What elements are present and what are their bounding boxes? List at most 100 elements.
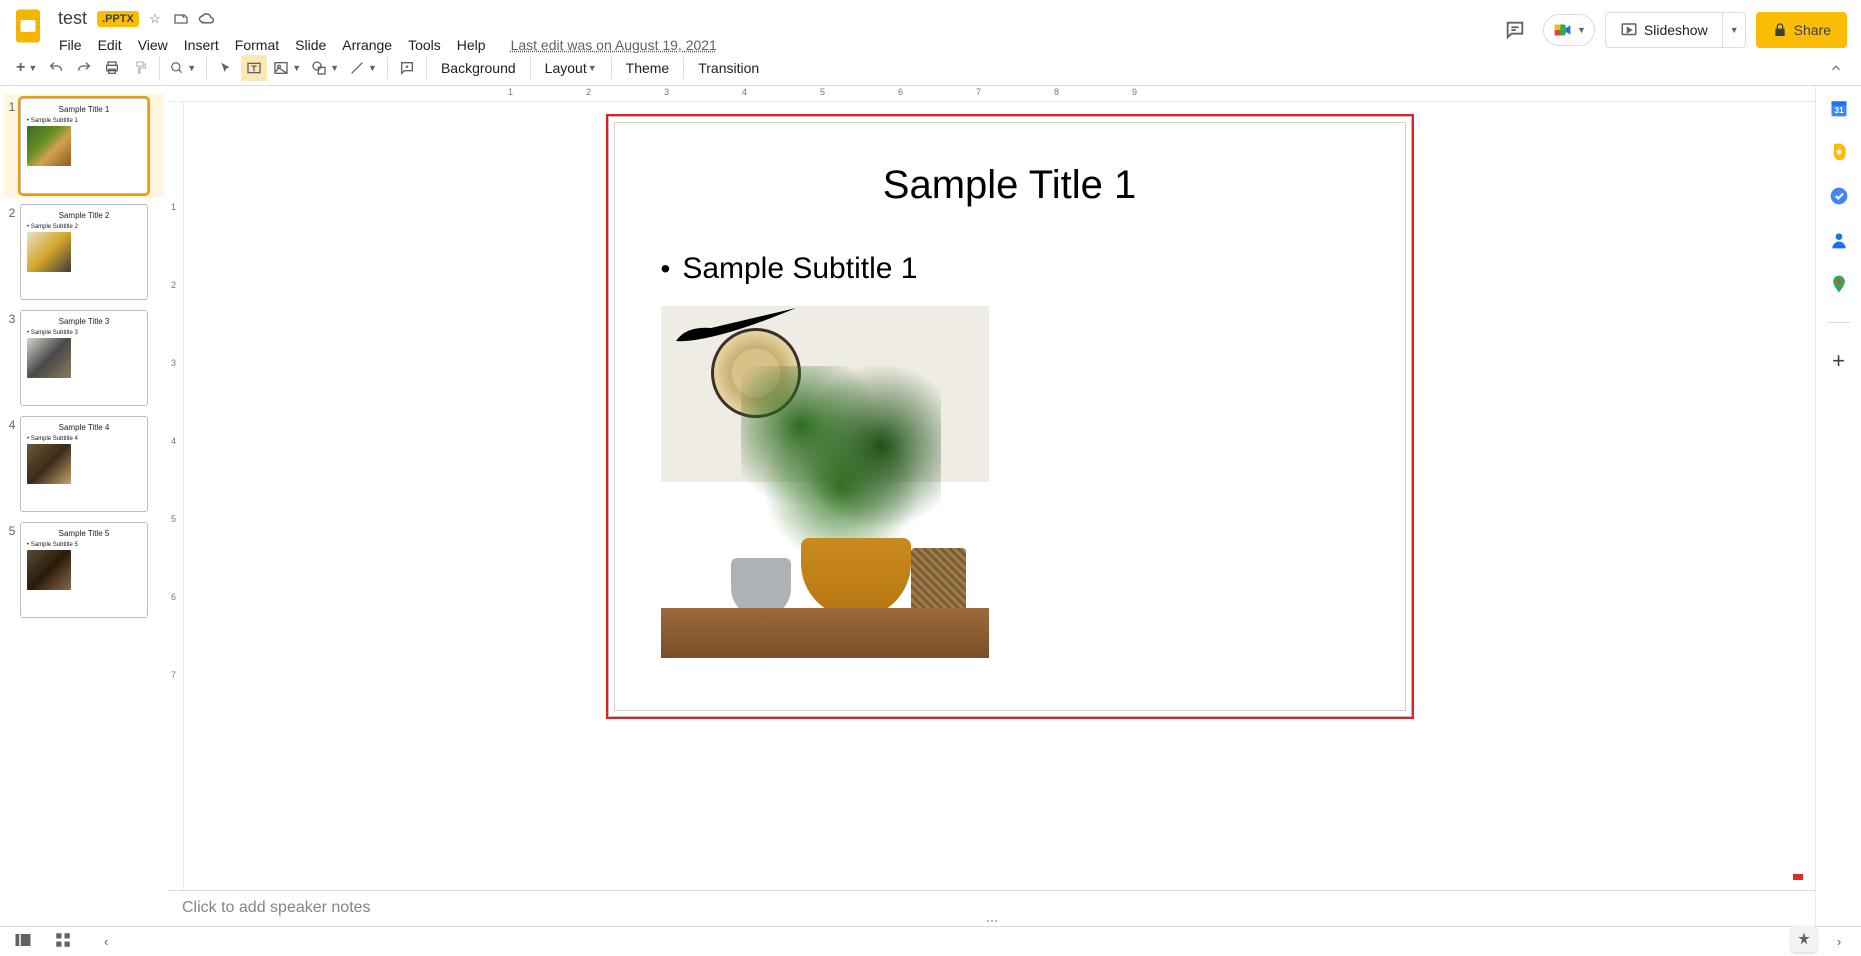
separator	[683, 57, 684, 79]
ruler-tick: 2	[171, 280, 176, 290]
ruler-tick: 1	[171, 202, 176, 212]
line-tool[interactable]: ▼	[345, 55, 381, 81]
theme-button[interactable]: Theme	[618, 55, 678, 81]
thumb-image	[27, 444, 71, 484]
ruler-tick: 4	[171, 436, 176, 446]
grid-view-icon[interactable]	[54, 931, 72, 952]
star-icon[interactable]: ☆	[145, 9, 165, 29]
tasks-icon[interactable]	[1827, 184, 1851, 208]
ruler-tick: 8	[1054, 87, 1059, 97]
slides-logo[interactable]	[8, 6, 48, 46]
select-tool[interactable]	[213, 55, 239, 81]
side-panel: 31 +	[1815, 86, 1861, 926]
slide-thumb-3[interactable]: 3 Sample Title 3 • Sample Subtitle 3	[4, 310, 164, 406]
ruler-tick: 1	[508, 87, 513, 97]
slide-number: 3	[4, 310, 20, 326]
scroll-indicator	[1793, 874, 1803, 880]
move-icon[interactable]	[171, 9, 191, 29]
hide-sidepanel-icon[interactable]: ›	[1827, 930, 1851, 954]
slide-thumb-4[interactable]: 4 Sample Title 4 • Sample Subtitle 4	[4, 416, 164, 512]
separator	[387, 57, 388, 79]
horizontal-ruler[interactable]: 1 2 3 4 5 6 7 8 9	[168, 86, 1815, 102]
notes-resize-handle[interactable]	[972, 916, 1012, 926]
redo-button[interactable]	[71, 55, 97, 81]
slideshow-label: Slideshow	[1644, 22, 1708, 38]
plants-graphic	[741, 366, 941, 566]
vertical-ruler[interactable]: 1 2 3 4 5 6 7	[168, 102, 184, 890]
share-button[interactable]: Share	[1756, 12, 1847, 48]
calendar-icon[interactable]: 31	[1827, 96, 1851, 120]
thumb-title: Sample Title 3	[27, 317, 141, 326]
share-label: Share	[1794, 22, 1831, 38]
explore-button[interactable]	[1791, 926, 1817, 952]
paint-format-button[interactable]	[127, 55, 153, 81]
toolbar: +▼ ▼ ▼ ▼ ▼ Background Layout▼ Theme Tran…	[0, 50, 1861, 86]
maps-icon[interactable]	[1827, 272, 1851, 296]
separator	[530, 57, 531, 79]
stage[interactable]: Sample Title 1 Sample Subtitle 1	[184, 102, 1815, 890]
collapse-toolbar-button[interactable]	[1823, 55, 1849, 81]
cloud-status-icon[interactable]	[197, 9, 217, 29]
print-button[interactable]	[99, 55, 125, 81]
thumb-title: Sample Title 1	[27, 105, 141, 114]
header-right: ▼ Slideshow ▼ Share	[1497, 6, 1847, 48]
separator	[1827, 322, 1851, 323]
slide-title-text[interactable]: Sample Title 1	[661, 163, 1359, 208]
thumb-image	[27, 232, 71, 272]
ruler-tick: 3	[171, 358, 176, 368]
slide-number: 5	[4, 522, 20, 538]
thumb-image	[27, 338, 71, 378]
layout-button[interactable]: Layout▼	[537, 55, 605, 81]
thumb-subtitle: • Sample Subtitle 4	[27, 436, 141, 442]
slide-thumb-1[interactable]: 1 Sample Title 1 • Sample Subtitle 1	[4, 94, 164, 198]
filmstrip: 1 Sample Title 1 • Sample Subtitle 1 2 S…	[0, 86, 168, 926]
slide-number: 2	[4, 204, 20, 220]
addons-icon[interactable]: +	[1827, 349, 1851, 373]
filmstrip-view-icon[interactable]	[14, 931, 32, 952]
thumb-title: Sample Title 2	[27, 211, 141, 220]
slide-number: 1	[4, 98, 20, 114]
slide-thumb-5[interactable]: 5 Sample Title 5 • Sample Subtitle 5	[4, 522, 164, 618]
ruler-tick: 2	[586, 87, 591, 97]
ruler-tick: 7	[976, 87, 981, 97]
comment-button[interactable]	[394, 55, 420, 81]
pptx-badge: .PPTX	[97, 11, 139, 27]
chevron-down-icon: ▼	[1577, 25, 1586, 35]
separator	[611, 57, 612, 79]
shape-tool[interactable]: ▼	[307, 55, 343, 81]
image-tool[interactable]: ▼	[269, 55, 305, 81]
meet-button[interactable]: ▼	[1543, 14, 1595, 46]
canvas-area: 1 2 3 4 5 6 7 8 9 1 2 3 4 5 6 7 S	[168, 86, 1815, 926]
thumb-subtitle: • Sample Subtitle 1	[27, 118, 141, 124]
separator	[426, 57, 427, 79]
new-slide-button[interactable]: +▼	[12, 55, 41, 81]
separator	[206, 57, 207, 79]
thumb-subtitle: • Sample Subtitle 2	[27, 224, 141, 230]
keep-icon[interactable]	[1827, 140, 1851, 164]
ruler-tick: 9	[1132, 87, 1137, 97]
slideshow-button[interactable]: Slideshow	[1606, 13, 1722, 47]
background-button[interactable]: Background	[433, 55, 524, 81]
doc-title[interactable]: test	[54, 6, 91, 31]
ruler-tick: 4	[742, 87, 747, 97]
pot-graphic	[801, 538, 911, 618]
thumb-subtitle: • Sample Subtitle 3	[27, 330, 141, 336]
transition-button[interactable]: Transition	[690, 55, 767, 81]
hide-filmstrip-icon[interactable]: ‹	[104, 934, 108, 949]
thumb-title: Sample Title 4	[27, 423, 141, 432]
slide-image[interactable]	[661, 306, 989, 658]
svg-text:31: 31	[1834, 105, 1844, 115]
ruler-tick: 5	[820, 87, 825, 97]
separator	[159, 57, 160, 79]
thumb-image	[27, 550, 71, 590]
slide-bullet-text[interactable]: Sample Subtitle 1	[661, 252, 1359, 286]
undo-button[interactable]	[43, 55, 69, 81]
slideshow-dropdown[interactable]: ▼	[1722, 13, 1745, 47]
slide-canvas[interactable]: Sample Title 1 Sample Subtitle 1	[606, 114, 1414, 719]
contacts-icon[interactable]	[1827, 228, 1851, 252]
zoom-button[interactable]: ▼	[166, 55, 200, 81]
slide-thumb-2[interactable]: 2 Sample Title 2 • Sample Subtitle 2	[4, 204, 164, 300]
header-bar: test .PPTX ☆ File Edit View Insert Forma…	[0, 0, 1861, 50]
textbox-tool[interactable]	[241, 55, 267, 81]
comment-history-icon[interactable]	[1497, 12, 1533, 48]
